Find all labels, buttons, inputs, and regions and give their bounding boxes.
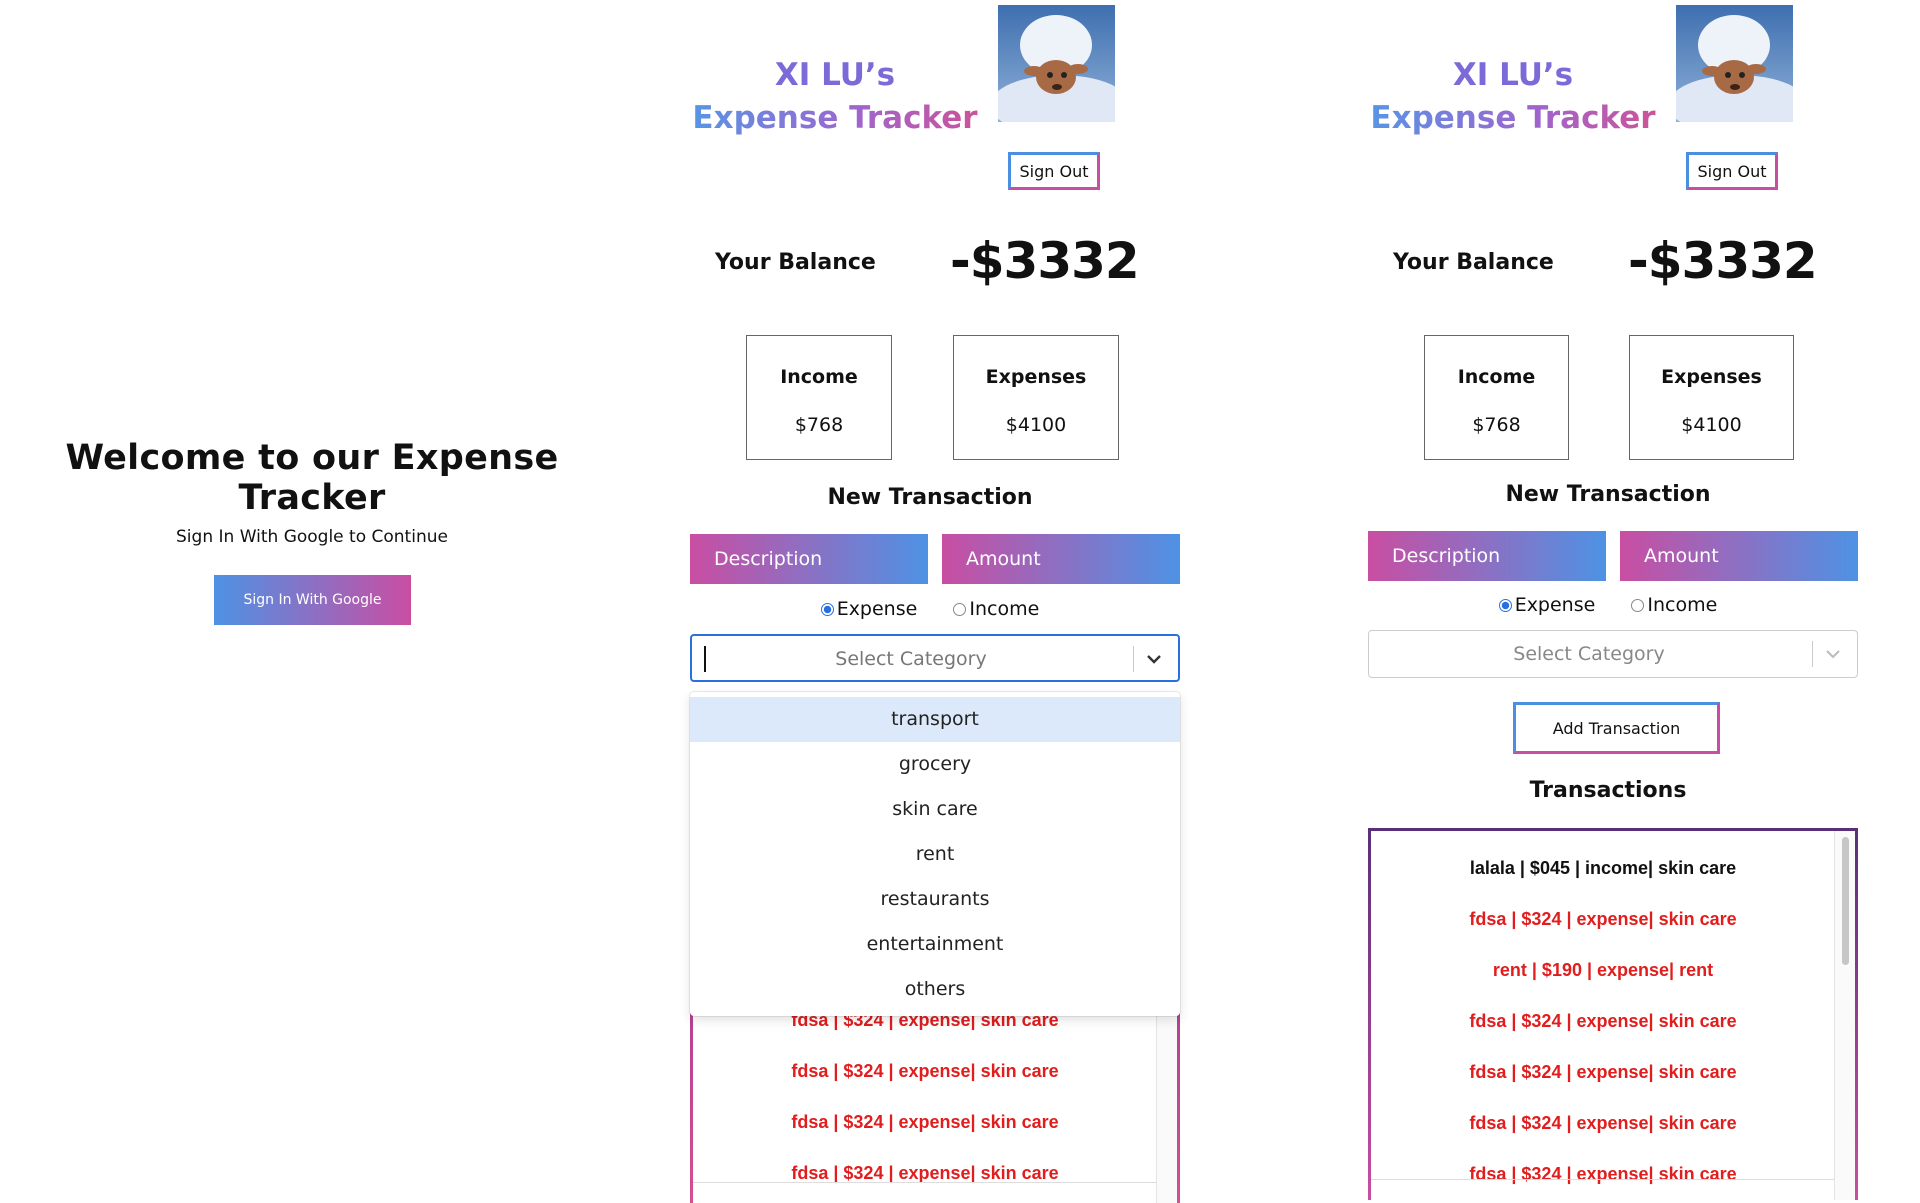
expense-radio[interactable]: Expense — [1498, 594, 1596, 616]
chevron-down-icon[interactable] — [1144, 649, 1164, 669]
chevron-down-icon[interactable] — [1823, 644, 1843, 664]
income-radio-label: Income — [969, 598, 1040, 620]
expenses-value: $4100 — [1005, 414, 1067, 436]
balance-label: Your Balance — [715, 250, 876, 275]
category-option[interactable]: transport — [690, 697, 1180, 742]
app-title: XI LU’s Expense Tracker — [670, 54, 1000, 140]
radio-empty-icon — [953, 603, 967, 616]
transaction-item: fdsa | $324 | expense| skin care — [1469, 1164, 1737, 1184]
category-select[interactable]: Select Category — [690, 634, 1180, 682]
amount-input[interactable] — [1620, 531, 1858, 581]
transaction-item: lalala | $045 | income| skin care — [1469, 858, 1737, 878]
income-value: $768 — [1472, 414, 1521, 436]
transaction-item: fdsa | $324 | expense| skin care — [1469, 1113, 1737, 1133]
description-input[interactable] — [690, 534, 928, 584]
category-option[interactable]: rent — [690, 832, 1180, 877]
category-placeholder: Select Category — [1513, 643, 1665, 665]
transaction-item: fdsa | $324 | expense| skin care — [1469, 1062, 1737, 1082]
expense-radio-label: Expense — [1514, 594, 1596, 616]
income-value: $768 — [794, 414, 844, 436]
transaction-item: fdsa | $324 | expense| skin care — [1469, 1011, 1737, 1031]
select-separator — [1133, 646, 1134, 672]
transaction-type-group: Expense Income — [670, 598, 1190, 620]
title-app-name: Expense Tracker — [670, 97, 1000, 140]
scrollbar[interactable] — [1834, 831, 1855, 1200]
balance-label: Your Balance — [1393, 250, 1554, 275]
income-radio[interactable]: Income — [1631, 594, 1717, 616]
income-card: Income $768 — [746, 335, 892, 460]
category-select[interactable]: Select Category — [1368, 630, 1858, 678]
tracker-panel-dropdown-open: XI LU’s Expense Tracker Sign Out Your Ba… — [670, 0, 1190, 1203]
transactions-list[interactable]: fdsa | $324 | expense| skin care fdsa | … — [690, 990, 1180, 1203]
title-owner: XI LU’s — [1452, 57, 1574, 93]
balance-value: -$3332 — [1628, 232, 1818, 290]
expenses-value: $4100 — [1681, 414, 1742, 436]
app-title: XI LU’s Expense Tracker — [1348, 54, 1678, 140]
sign-in-google-button[interactable]: Sign In With Google — [214, 575, 411, 625]
transaction-item: fdsa | $324 | expense| skin care — [791, 1061, 1059, 1081]
income-radio-label: Income — [1647, 594, 1718, 616]
transaction-item: rent | $190 | expense| rent — [1492, 960, 1714, 980]
avatar-image — [1676, 5, 1793, 122]
welcome-title: Welcome to our Expense Tracker — [65, 438, 559, 518]
tracker-panel-default: XI LU’s Expense Tracker Sign Out Your Ba… — [1348, 0, 1868, 1203]
transactions-list[interactable]: lalala | $045 | income| skin care fdsa |… — [1368, 828, 1858, 1200]
amount-input[interactable] — [942, 534, 1180, 584]
transaction-item: fdsa | $324 | expense| skin care — [1469, 909, 1737, 929]
radio-selected-icon — [820, 603, 834, 616]
transaction-type-group: Expense Income — [1348, 594, 1868, 616]
category-option[interactable]: others — [690, 967, 1180, 1012]
income-label: Income — [780, 366, 858, 388]
category-option[interactable]: entertainment — [690, 922, 1180, 967]
scrollbar[interactable] — [1156, 990, 1177, 1203]
transaction-item: fdsa | $324 | expense| skin care — [791, 1112, 1059, 1132]
income-label: Income — [1457, 366, 1536, 388]
add-transaction-button[interactable]: Add Transaction — [1513, 702, 1720, 754]
expenses-card: Expenses $4100 — [953, 335, 1119, 460]
income-radio[interactable]: Income — [953, 598, 1039, 620]
radio-empty-icon — [1631, 599, 1645, 612]
expense-radio[interactable]: Expense — [820, 598, 918, 620]
description-input[interactable] — [1368, 531, 1606, 581]
transactions-heading: Transactions — [1529, 778, 1687, 803]
radio-selected-icon — [1498, 599, 1512, 612]
list-divider — [693, 1182, 1157, 1183]
expenses-label: Expenses — [985, 366, 1087, 388]
new-transaction-heading: New Transaction — [827, 485, 1033, 510]
scrollbar-thumb[interactable] — [1842, 837, 1849, 965]
category-option[interactable]: skin care — [690, 787, 1180, 832]
category-placeholder: Select Category — [835, 648, 987, 670]
category-dropdown-menu: transport grocery skin care rent restaur… — [690, 692, 1180, 1016]
balance-value: -$3332 — [950, 232, 1140, 290]
expenses-card: Expenses $4100 — [1629, 335, 1794, 460]
category-option[interactable]: restaurants — [690, 877, 1180, 922]
select-separator — [1812, 641, 1813, 667]
list-divider — [1371, 1179, 1835, 1180]
welcome-subtitle: Sign In With Google to Continue — [176, 527, 448, 547]
category-option[interactable]: grocery — [690, 742, 1180, 787]
new-transaction-heading: New Transaction — [1505, 482, 1711, 507]
sign-out-button[interactable]: Sign Out — [1008, 152, 1100, 190]
expenses-label: Expenses — [1661, 366, 1762, 388]
income-card: Income $768 — [1424, 335, 1569, 460]
title-owner: XI LU’s — [774, 57, 896, 93]
transaction-item: fdsa | $324 | expense| skin care — [791, 1163, 1059, 1183]
sign-out-button[interactable]: Sign Out — [1686, 152, 1778, 190]
title-app-name: Expense Tracker — [1348, 97, 1678, 140]
expense-radio-label: Expense — [836, 598, 918, 620]
avatar-image — [998, 5, 1115, 122]
